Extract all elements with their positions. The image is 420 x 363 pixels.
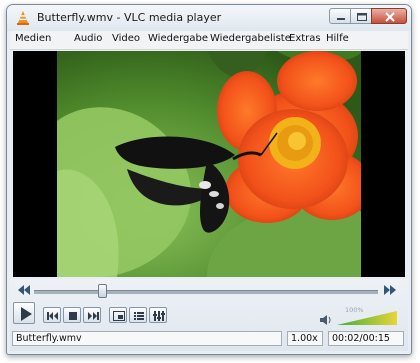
previous-icon	[47, 312, 58, 320]
menu-bar: Medien Audio Video Wiedergabe Wiedergabe…	[10, 31, 408, 50]
next-icon	[88, 312, 99, 320]
seek-backward-icon[interactable]	[18, 285, 30, 295]
playlist-button[interactable]	[129, 307, 147, 323]
fullscreen-button[interactable]	[109, 307, 127, 323]
maximize-icon	[357, 13, 367, 21]
title-bar[interactable]: Butterfly.wmv - VLC media player	[7, 5, 411, 31]
status-filename: Butterfly.wmv	[12, 331, 282, 346]
seek-bar[interactable]	[34, 290, 378, 294]
status-time[interactable]: 00:02/00:15	[328, 331, 404, 346]
menu-medien[interactable]: Medien	[15, 33, 51, 44]
menu-wiedergabeliste[interactable]: Wiedergabeliste	[210, 33, 291, 44]
video-frame-butterfly	[57, 51, 361, 277]
menu-hilfe[interactable]: Hilfe	[326, 33, 349, 44]
menu-wiedergabe[interactable]: Wiedergabe	[148, 33, 208, 44]
volume-slider[interactable]	[337, 310, 399, 326]
close-button[interactable]	[371, 8, 407, 24]
stop-icon	[69, 312, 77, 320]
next-button[interactable]	[83, 307, 101, 323]
menu-video[interactable]: Video	[112, 33, 140, 44]
video-area[interactable]	[13, 51, 405, 277]
play-button[interactable]	[13, 302, 35, 324]
status-bar: Butterfly.wmv 1.00x 00:02/00:15	[10, 329, 408, 349]
close-icon	[385, 12, 395, 22]
minimize-icon	[337, 18, 345, 20]
seek-forward-icon[interactable]	[384, 285, 396, 295]
status-speed[interactable]: 1.00x	[287, 331, 323, 346]
window-title: Butterfly.wmv - VLC media player	[37, 11, 222, 24]
stop-button[interactable]	[63, 307, 81, 323]
vlc-window: Butterfly.wmv - VLC media player Medien …	[6, 4, 412, 355]
fullscreen-icon	[113, 311, 125, 321]
menu-audio[interactable]: Audio	[74, 33, 102, 44]
menu-extras[interactable]: Extras	[289, 33, 321, 44]
minimize-button[interactable]	[329, 8, 351, 24]
playlist-icon	[134, 312, 144, 320]
equalizer-icon	[153, 311, 165, 321]
previous-button[interactable]	[43, 307, 61, 323]
vlc-cone-icon	[17, 11, 29, 25]
extended-settings-button[interactable]	[149, 307, 167, 323]
speaker-icon[interactable]	[319, 314, 333, 326]
play-icon	[21, 307, 32, 321]
seek-handle[interactable]	[98, 284, 107, 298]
maximize-button[interactable]	[350, 8, 372, 24]
